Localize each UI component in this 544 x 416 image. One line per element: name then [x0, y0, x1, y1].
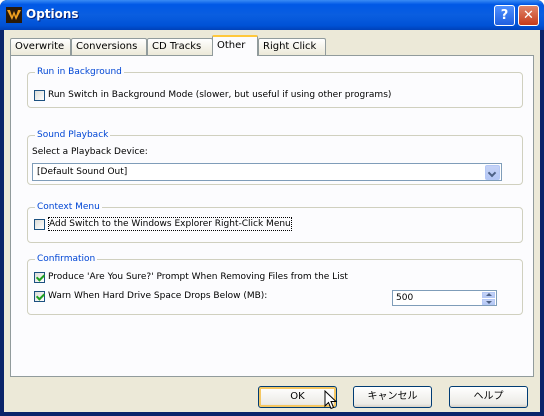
spinner-down-icon[interactable] — [482, 299, 495, 305]
confirm-remove-checkbox[interactable] — [34, 272, 45, 283]
tab-panel-other: Run in Background Run Switch in Backgrou… — [10, 55, 534, 377]
explorer-menu-checkbox[interactable] — [34, 219, 45, 230]
close-button[interactable]: ✕ — [518, 5, 539, 26]
playback-device-select[interactable]: [Default Sound Out] — [32, 163, 502, 181]
playback-device-value: [Default Sound Out] — [37, 167, 128, 177]
group-label-sound: Sound Playback — [35, 129, 111, 141]
disk-warning-value[interactable]: 500 — [396, 292, 413, 304]
playback-device-label: Select a Playback Device: — [32, 147, 148, 157]
group-context-menu: Context Menu Add Switch to the Windows E… — [27, 201, 523, 243]
tab-cd-tracks[interactable]: CD Tracks — [147, 38, 213, 55]
dialog-body: Overwrite Conversions CD Tracks Other Ri… — [4, 30, 540, 412]
group-sound-playback: Sound Playback Select a Playback Device:… — [27, 129, 523, 185]
group-confirmation: Confirmation Produce 'Are You Sure?' Pro… — [27, 253, 523, 315]
background-mode-checkbox[interactable] — [34, 90, 45, 101]
app-icon — [6, 7, 22, 23]
explorer-menu-label[interactable]: Add Switch to the Windows Explorer Right… — [48, 217, 292, 231]
tab-overwrite[interactable]: Overwrite — [10, 38, 71, 55]
group-label-context-menu: Context Menu — [35, 201, 102, 213]
disk-warning-spinner[interactable]: 500 — [392, 290, 497, 306]
options-dialog: Options ? ✕ Overwrite Conversions CD Tra… — [0, 0, 544, 416]
window-title: Options — [26, 7, 79, 21]
cancel-button[interactable]: キャンセル — [353, 386, 432, 408]
background-mode-label[interactable]: Run Switch in Background Mode (slower, b… — [48, 89, 391, 101]
group-label-background: Run in Background — [35, 66, 124, 78]
question-icon: ? — [500, 8, 509, 23]
chevron-down-icon[interactable] — [485, 165, 500, 180]
tab-right-click[interactable]: Right Click — [258, 38, 326, 55]
help-title-button[interactable]: ? — [494, 5, 515, 26]
mouse-pointer-icon — [324, 390, 338, 410]
help-button[interactable]: ヘルプ — [449, 386, 528, 408]
spinner-up-icon[interactable] — [482, 292, 495, 298]
tab-conversions[interactable]: Conversions — [71, 38, 147, 55]
title-bar[interactable]: Options ? ✕ — [0, 0, 544, 30]
group-run-in-background: Run in Background Run Switch in Backgrou… — [27, 66, 523, 108]
disk-warning-label[interactable]: Warn When Hard Drive Space Drops Below (… — [48, 290, 267, 302]
tab-other[interactable]: Other — [212, 35, 258, 56]
close-icon: ✕ — [523, 8, 534, 23]
confirm-remove-label[interactable]: Produce 'Are You Sure?' Prompt When Remo… — [48, 271, 348, 283]
disk-warning-checkbox[interactable] — [34, 291, 45, 302]
group-label-confirmation: Confirmation — [35, 253, 98, 265]
